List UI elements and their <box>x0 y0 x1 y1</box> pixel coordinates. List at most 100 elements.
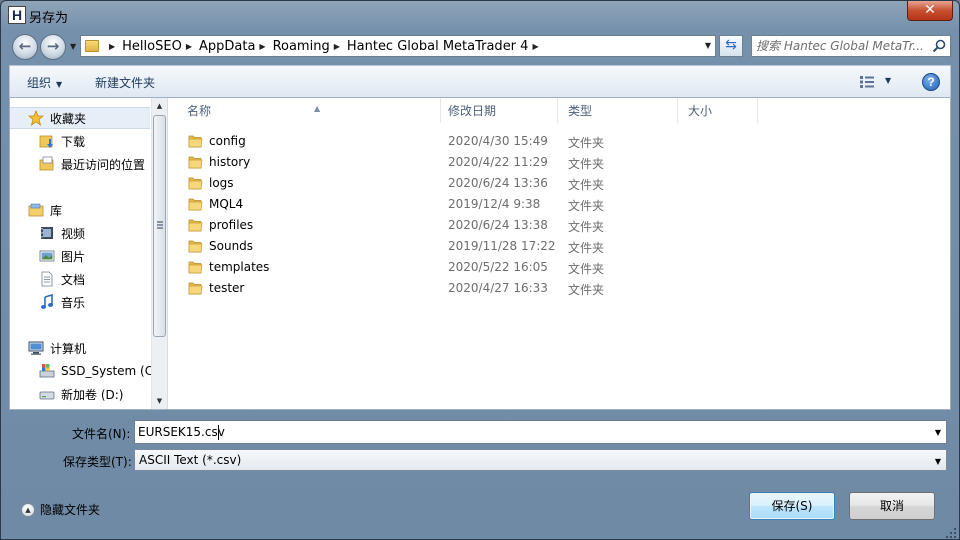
file-type: 文件夹 <box>568 157 605 171</box>
nav-pictures[interactable]: 图片 <box>10 245 150 267</box>
nav-scrollbar[interactable]: ▲ ▼ <box>151 98 167 409</box>
file-date: 2020/5/22 16:05 <box>448 260 548 274</box>
scroll-down-icon[interactable]: ▼ <box>152 393 167 409</box>
library-icon <box>28 203 44 217</box>
file-name-cell[interactable]: profiles <box>188 218 253 232</box>
search-input[interactable] <box>756 38 926 54</box>
navigation-pane[interactable]: 收藏夹 下载 最近访问的位置 库 视频 图片 文档 音乐 计算机 SSD_Sys… <box>10 98 168 409</box>
breadcrumb-helloseo[interactable]: HelloSEO <box>122 39 182 54</box>
breadcrumb-roaming[interactable]: Roaming <box>273 39 330 54</box>
table-row[interactable]: MQL4 2019/12/4 9:38 文件夹 <box>169 194 951 215</box>
table-row[interactable]: profiles 2020/6/24 13:38 文件夹 <box>169 215 951 236</box>
file-name-cell[interactable]: config <box>188 134 246 148</box>
file-name-cell[interactable]: templates <box>188 260 269 274</box>
cancel-button[interactable]: 取消 <box>849 492 935 520</box>
search-box[interactable] <box>751 35 951 57</box>
search-icon[interactable] <box>932 39 946 53</box>
table-row[interactable]: templates 2020/5/22 16:05 文件夹 <box>169 257 951 278</box>
computer-icon <box>28 341 44 355</box>
nav-music[interactable]: 音乐 <box>10 291 150 313</box>
file-name-cell[interactable]: MQL4 <box>188 197 243 211</box>
file-name: MQL4 <box>209 197 244 211</box>
views-dropdown[interactable]: ▼ <box>885 76 891 85</box>
file-list[interactable]: 名称 ▲ 修改日期 类型 大小 config 2020/4/30 15:49 文件夹… <box>169 98 951 409</box>
forward-button[interactable]: → <box>40 34 66 60</box>
nav-drive-c-label: SSD_System (C: <box>61 364 158 378</box>
back-button[interactable]: ← <box>12 34 38 60</box>
file-name: templates <box>209 260 270 274</box>
nav-buttons: ← → ▼ <box>10 33 76 61</box>
nav-drive-c[interactable]: SSD_System (C: <box>10 360 157 382</box>
nav-favorites-label: 收藏夹 <box>50 111 87 126</box>
nav-recent-places[interactable]: 最近访问的位置 <box>10 153 150 175</box>
filetype-select[interactable]: ASCII Text (*.csv) ▼ <box>134 449 947 471</box>
nav-videos[interactable]: 视频 <box>10 222 150 244</box>
file-type: 文件夹 <box>568 136 605 150</box>
help-icon[interactable]: ? <box>922 73 940 91</box>
file-date: 2020/4/22 11:29 <box>448 155 548 169</box>
table-row[interactable]: history 2020/4/22 11:29 文件夹 <box>169 152 951 173</box>
resize-grip-icon[interactable] <box>945 527 957 539</box>
document-icon <box>41 271 53 287</box>
table-row[interactable]: Sounds 2019/11/28 17:22 文件夹 <box>169 236 951 257</box>
filetype-dropdown-icon[interactable]: ▼ <box>935 457 941 466</box>
column-header-name[interactable]: 名称 ▲ <box>177 98 441 123</box>
nav-downloads[interactable]: 下载 <box>10 130 150 152</box>
system-drive-icon <box>39 364 55 378</box>
command-bar: 组织 ▼ 新建文件夹 ▼ ? <box>9 65 951 98</box>
refresh-button[interactable]: ⇆ <box>719 35 743 57</box>
breadcrumb-appdata[interactable]: AppData <box>199 39 255 54</box>
close-button[interactable]: ✕ <box>907 1 953 21</box>
file-name-cell[interactable]: logs <box>188 176 234 190</box>
refresh-icon: ⇆ <box>725 37 737 53</box>
column-header-type[interactable]: 类型 <box>558 98 678 123</box>
file-name: tester <box>209 281 245 295</box>
table-row[interactable]: logs 2020/6/24 13:36 文件夹 <box>169 173 951 194</box>
table-row[interactable]: tester 2020/4/27 16:33 文件夹 <box>169 278 951 299</box>
nav-pictures-label: 图片 <box>61 249 86 264</box>
scroll-thumb[interactable] <box>153 115 166 337</box>
nav-favorites[interactable]: 收藏夹 <box>10 107 150 129</box>
chevron-right-icon[interactable]: ▶ <box>334 42 340 51</box>
nav-computer[interactable]: 计算机 <box>10 337 150 359</box>
file-type: 文件夹 <box>568 262 605 276</box>
address-dropdown[interactable]: ▼ <box>705 41 711 50</box>
sort-ascending-icon: ▲ <box>314 104 321 113</box>
views-icon[interactable] <box>859 75 875 89</box>
folder-icon <box>188 177 203 190</box>
organize-button[interactable]: 组织 ▼ <box>27 74 62 91</box>
file-type: 文件夹 <box>568 220 605 234</box>
new-folder-button[interactable]: 新建文件夹 <box>95 74 155 91</box>
column-header-date[interactable]: 修改日期 <box>438 98 558 123</box>
file-name: history <box>209 155 251 169</box>
address-bar[interactable]: ▶ HelloSEO ▶ AppData ▶ Roaming ▶ Hantec … <box>80 35 716 57</box>
title-bar[interactable]: H 另存为 ✕ <box>1 1 959 29</box>
table-row[interactable]: config 2020/4/30 15:49 文件夹 <box>169 131 951 152</box>
nav-documents-label: 文档 <box>61 272 86 287</box>
chevron-right-icon[interactable]: ▶ <box>186 42 192 51</box>
filetype-value: ASCII Text (*.csv) <box>139 453 242 467</box>
nav-drive-d-label: 新加卷 (D:) <box>61 387 124 402</box>
filename-dropdown-icon[interactable]: ▼ <box>935 428 941 437</box>
hide-folders-toggle[interactable]: ▲ 隐藏文件夹 <box>21 501 100 518</box>
file-name-cell[interactable]: history <box>188 155 250 169</box>
chevron-right-icon[interactable]: ▶ <box>259 42 265 51</box>
file-date: 2020/6/24 13:38 <box>448 218 548 232</box>
filename-combobox[interactable]: ▼ <box>134 420 947 444</box>
scroll-up-icon[interactable]: ▲ <box>152 98 167 114</box>
hide-folders-label: 隐藏文件夹 <box>40 503 101 517</box>
file-type: 文件夹 <box>568 283 605 297</box>
filename-input[interactable] <box>138 424 918 440</box>
nav-documents[interactable]: 文档 <box>10 268 150 290</box>
chevron-right-icon[interactable]: ▶ <box>532 42 538 51</box>
nav-libraries[interactable]: 库 <box>10 199 150 221</box>
file-name-cell[interactable]: Sounds <box>188 239 253 253</box>
recent-pages-dropdown[interactable]: ▼ <box>70 42 76 51</box>
nav-drive-d[interactable]: 新加卷 (D:) <box>10 383 150 405</box>
chevron-right-icon[interactable]: ▶ <box>109 42 115 51</box>
breadcrumb-hantec[interactable]: Hantec Global MetaTrader 4 <box>347 39 529 54</box>
save-button[interactable]: 保存(S) <box>749 492 835 520</box>
column-header-size[interactable]: 大小 <box>678 98 758 123</box>
file-name-cell[interactable]: tester <box>188 281 244 295</box>
nav-music-label: 音乐 <box>61 295 86 310</box>
